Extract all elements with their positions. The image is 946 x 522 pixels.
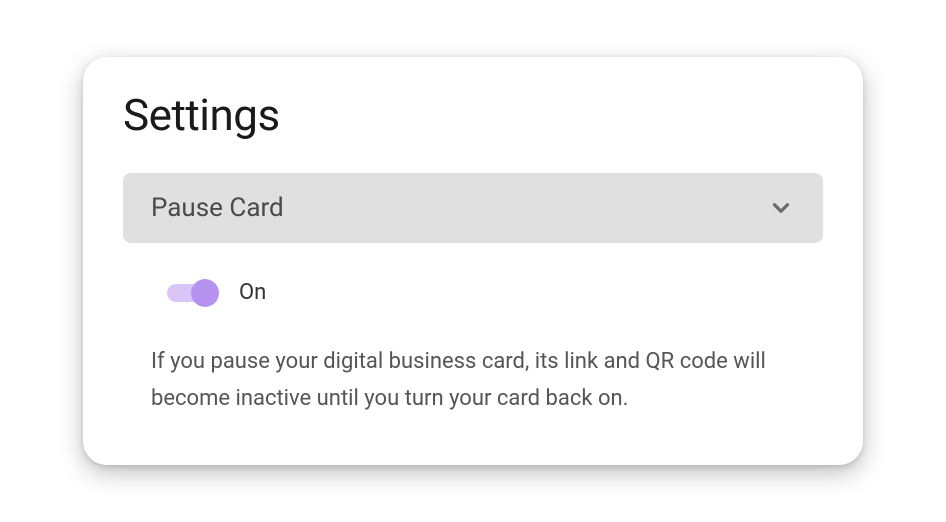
settings-card: Settings Pause Card On If you pause your… xyxy=(83,57,863,466)
accordion-title: Pause Card xyxy=(151,193,284,223)
toggle-state-label: On xyxy=(239,280,266,305)
chevron-down-icon xyxy=(767,194,795,222)
toggle-thumb xyxy=(191,279,219,307)
pause-card-toggle-row: On xyxy=(151,279,795,307)
pause-card-toggle[interactable] xyxy=(167,279,219,307)
pause-card-accordion-header[interactable]: Pause Card xyxy=(123,173,823,243)
page-title: Settings xyxy=(123,89,823,141)
pause-card-description: If you pause your digital business card,… xyxy=(151,343,795,418)
pause-card-accordion-body: On If you pause your digital business ca… xyxy=(123,243,823,418)
